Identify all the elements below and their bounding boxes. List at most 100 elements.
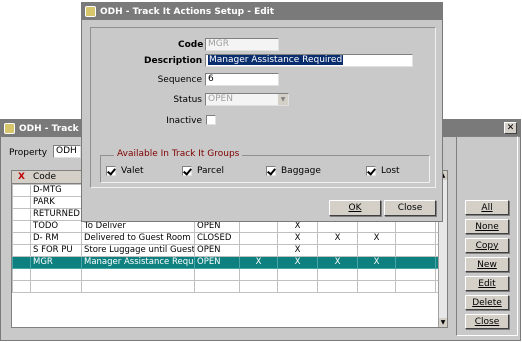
ok-button[interactable]: OK xyxy=(329,200,381,216)
group-baggage-label: Baggage xyxy=(281,166,321,176)
grid-marker-header[interactable]: X xyxy=(18,172,25,182)
cell-v3 xyxy=(317,280,358,293)
group-baggage-checkbox[interactable] xyxy=(266,166,276,176)
cell-v1 xyxy=(239,220,278,233)
copy-label: Copy xyxy=(475,240,499,251)
cell-desc: To Deliver xyxy=(81,220,195,233)
cell-status xyxy=(194,280,240,293)
cell-v5 xyxy=(395,244,436,257)
close-label: Close xyxy=(397,203,423,213)
groups-title: Available In Track It Groups xyxy=(114,149,243,159)
new-label: New xyxy=(477,259,497,270)
cell-code: D- RM xyxy=(30,232,82,245)
cell-v2: X xyxy=(277,232,318,245)
none-button[interactable]: None xyxy=(465,219,509,234)
row-marker-cell xyxy=(12,196,31,209)
cell-v3: X xyxy=(317,232,358,245)
row-marker-cell xyxy=(12,280,31,293)
cell-desc: Store Luggage until Guest xyxy=(81,244,195,257)
table-row[interactable] xyxy=(12,280,441,293)
inactive-label: Inactive xyxy=(166,116,202,126)
row-marker-cell xyxy=(12,184,31,197)
group-lost-checkbox[interactable] xyxy=(366,166,376,176)
cell-code: PARK xyxy=(30,196,82,209)
row-marker-cell xyxy=(12,268,31,281)
status-value: OPEN xyxy=(208,94,233,104)
cell-v2: X xyxy=(277,256,318,269)
table-row[interactable]: D- RMDelivered to Guest RoomCLOSEDXXX3 xyxy=(12,232,441,245)
parent-close-icon[interactable]: ✕ xyxy=(504,122,517,134)
edit-dialog: ODH - Track It Actions Setup - Edit Code… xyxy=(81,2,443,222)
cell-v2: X xyxy=(277,244,318,257)
group-valet-label: Valet xyxy=(121,166,144,176)
group-lost[interactable]: Lost xyxy=(366,166,400,177)
cell-v4: X xyxy=(357,256,396,269)
cell-v2 xyxy=(277,268,318,281)
cell-code xyxy=(30,268,82,281)
cell-v1 xyxy=(239,244,278,257)
table-row[interactable] xyxy=(12,268,441,281)
all-button[interactable]: All xyxy=(465,200,509,215)
description-field[interactable]: Manager Assistance Required xyxy=(205,54,413,67)
scroll-down-icon[interactable]: ▼ xyxy=(439,318,447,327)
delete-button[interactable]: Delete xyxy=(465,295,509,310)
cell-v4 xyxy=(357,244,396,257)
cell-status: OPEN xyxy=(194,244,240,257)
edit-label: Edit xyxy=(478,278,496,289)
cell-code: RETURNED xyxy=(30,208,82,221)
dialog-titlebar: ODH - Track It Actions Setup - Edit xyxy=(82,3,442,20)
description-value: Manager Assistance Required xyxy=(208,55,344,65)
cell-v3 xyxy=(317,268,358,281)
property-label: Property xyxy=(9,148,48,158)
cell-v5 xyxy=(395,220,436,233)
table-row[interactable]: MGRManager Assistance RequiOPENXXXX6 xyxy=(12,256,441,269)
row-marker-cell xyxy=(12,232,31,245)
group-valet-checkbox[interactable] xyxy=(106,166,116,176)
dropdown-arrow-icon: ▼ xyxy=(278,94,288,105)
cell-status: CLOSED xyxy=(194,232,240,245)
group-parcel-label: Parcel xyxy=(197,166,225,176)
group-parcel-checkbox[interactable] xyxy=(182,166,192,176)
table-row[interactable]: TODOTo DeliverOPENX2 xyxy=(12,220,441,233)
cell-code: TODO xyxy=(30,220,82,233)
grid-code-header[interactable]: Code xyxy=(33,172,56,182)
description-label: Description xyxy=(144,56,203,66)
cell-v5 xyxy=(395,268,436,281)
cell-status: OPEN xyxy=(194,256,240,269)
cell-status: OPEN xyxy=(194,220,240,233)
edit-button[interactable]: Edit xyxy=(465,276,509,291)
property-field[interactable]: ODH xyxy=(53,145,81,158)
close-label: Close xyxy=(474,316,500,327)
cell-v5 xyxy=(395,256,436,269)
cell-v1 xyxy=(239,232,278,245)
row-marker-cell xyxy=(12,256,31,269)
status-label: Status xyxy=(173,95,202,105)
cell-v5 xyxy=(395,280,436,293)
new-button[interactable]: New xyxy=(465,257,509,272)
sequence-field[interactable]: 6 xyxy=(205,73,279,86)
row-marker-cell xyxy=(12,244,31,257)
ok-label: OK xyxy=(348,203,362,213)
close-button[interactable]: Close xyxy=(384,200,436,216)
group-valet[interactable]: Valet xyxy=(106,166,144,177)
copy-button[interactable]: Copy xyxy=(465,238,509,253)
inactive-checkbox[interactable] xyxy=(206,115,216,125)
cell-v4 xyxy=(357,268,396,281)
groups-row: Valet Parcel Baggage Lost xyxy=(106,166,426,178)
all-label: All xyxy=(481,202,493,213)
cell-desc: Manager Assistance Requi xyxy=(81,256,195,269)
cell-desc: Delivered to Guest Room xyxy=(81,232,195,245)
group-baggage[interactable]: Baggage xyxy=(266,166,321,177)
group-parcel[interactable]: Parcel xyxy=(182,166,224,177)
close-button[interactable]: Close xyxy=(465,314,509,329)
code-label: Code xyxy=(178,40,204,50)
cell-v4 xyxy=(357,220,396,233)
cell-v1 xyxy=(239,280,278,293)
cell-v5 xyxy=(395,232,436,245)
cell-desc xyxy=(81,268,195,281)
cell-desc xyxy=(81,280,195,293)
row-marker-cell xyxy=(12,208,31,221)
cell-v3: X xyxy=(317,256,358,269)
table-row[interactable]: S FOR PUStore Luggage until GuestOPENX5 xyxy=(12,244,441,257)
cell-v2 xyxy=(277,280,318,293)
